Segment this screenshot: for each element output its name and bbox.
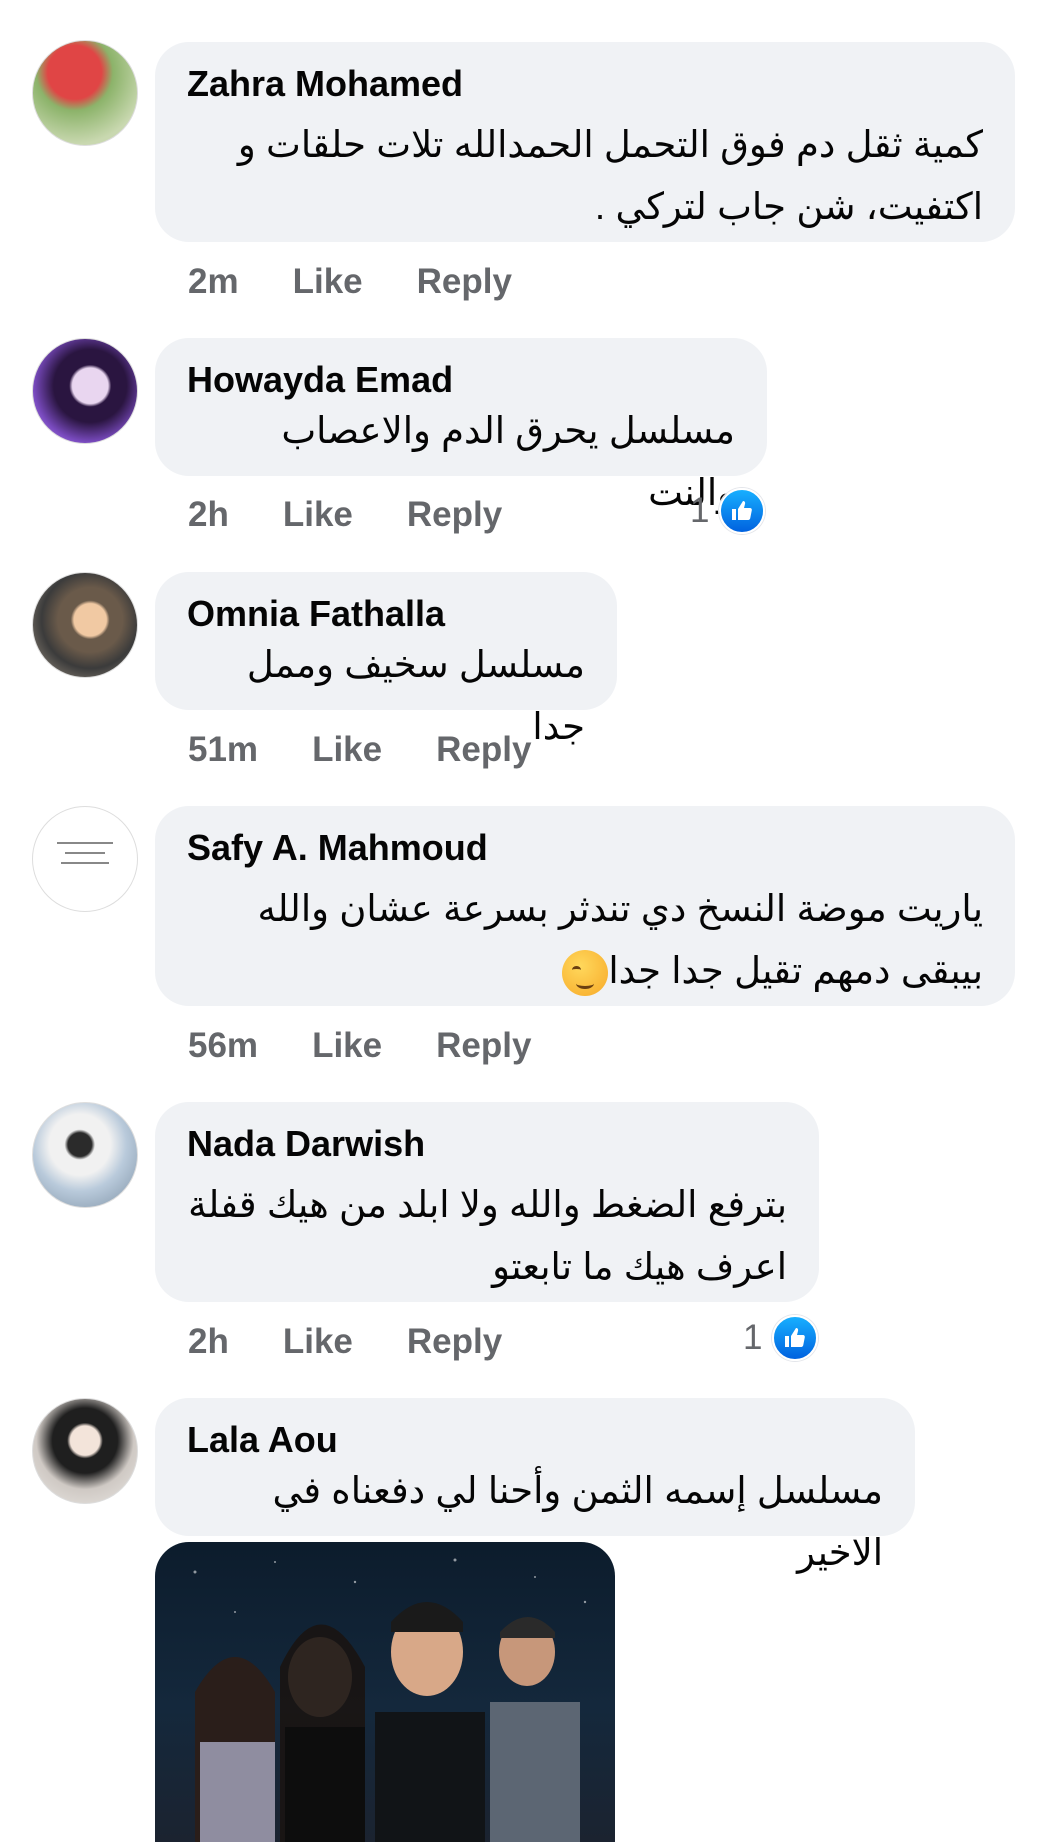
tv-series-poster-image[interactable]	[155, 1542, 615, 1842]
like-button[interactable]: Like	[312, 1026, 382, 1066]
commenter-name[interactable]: Omnia Fathalla	[187, 594, 585, 634]
comment-line: بيبقى دمهم تقيل جدا جدا	[608, 950, 983, 991]
comment-text: بترفع الضغط والله ولا ابلد من هيك قفلة ا…	[187, 1174, 787, 1298]
reaction-summary[interactable]: 1	[743, 1315, 819, 1361]
comment-bubble: Lala Aou مسلسل إسمه الثمن وأحنا لي دفعنا…	[155, 1398, 915, 1573]
reply-button[interactable]: Reply	[436, 1026, 531, 1066]
reply-button[interactable]: Reply	[407, 1322, 502, 1362]
avatar[interactable]	[32, 1398, 138, 1504]
comment-line: اعرف هيك ما تابعتو	[492, 1246, 787, 1287]
comment-bubble: Zahra Mohamed كمية ثقل دم فوق التحمل الح…	[155, 42, 1015, 242]
commenter-name[interactable]: Howayda Emad	[187, 360, 735, 400]
avatar[interactable]	[32, 806, 138, 912]
comment-bubble: Safy A. Mahmoud ياريت موضة النسخ دي تندث…	[155, 806, 1015, 1006]
comment-text: ياريت موضة النسخ دي تندثر بسرعة عشان وال…	[187, 878, 983, 1002]
reply-button[interactable]: Reply	[407, 495, 502, 535]
like-button[interactable]: Like	[283, 495, 353, 535]
avatar[interactable]	[32, 338, 138, 444]
smirk-emoji-icon	[562, 950, 609, 997]
timestamp[interactable]: 51m	[188, 730, 258, 770]
avatar[interactable]	[32, 1102, 138, 1208]
comment-actions: 2h Like Reply	[188, 493, 556, 537]
like-button[interactable]: Like	[293, 262, 363, 302]
like-button[interactable]: Like	[312, 730, 382, 770]
comment-actions: 56m Like Reply	[188, 1024, 585, 1068]
like-reaction-icon	[772, 1315, 819, 1361]
commenter-name[interactable]: Nada Darwish	[187, 1124, 787, 1164]
commenter-name[interactable]: Zahra Mohamed	[187, 64, 983, 104]
comment-bubble: Nada Darwish بترفع الضغط والله ولا ابلد …	[155, 1102, 819, 1302]
avatar[interactable]	[32, 572, 138, 678]
reaction-count: 1	[690, 491, 710, 530]
comment-actions: 2m Like Reply	[188, 260, 566, 304]
comment-line-with-emoji: بيبقى دمهم تقيل جدا جدا	[187, 940, 983, 1002]
comment-line: اكتفيت، شن جاب لتركي .	[594, 186, 983, 227]
reply-button[interactable]: Reply	[417, 262, 512, 302]
comment-line: كمية ثقل دم فوق التحمل الحمدالله تلات حل…	[237, 124, 983, 165]
poster-figures-icon	[193, 1558, 587, 1842]
timestamp[interactable]: 56m	[188, 1026, 258, 1066]
timestamp[interactable]: 2m	[188, 262, 239, 302]
commenter-name[interactable]: Safy A. Mahmoud	[187, 828, 983, 868]
text-image-icon	[57, 842, 113, 864]
reply-button[interactable]: Reply	[436, 730, 531, 770]
like-button[interactable]: Like	[283, 1322, 353, 1362]
reaction-summary[interactable]: 1	[690, 488, 766, 534]
comment-bubble: Omnia Fathalla مسلسل سخيف وممل جدا	[155, 572, 617, 747]
timestamp[interactable]: 2h	[188, 495, 229, 535]
timestamp[interactable]: 2h	[188, 1322, 229, 1362]
commenter-name[interactable]: Lala Aou	[187, 1420, 883, 1460]
comment-actions: 2h Like Reply	[188, 1320, 556, 1364]
comment-line: بترفع الضغط والله ولا ابلد من هيك قفلة	[188, 1184, 787, 1225]
like-reaction-icon	[719, 488, 766, 534]
comment-actions: 51m Like Reply	[188, 728, 585, 772]
comment-bubble: Howayda Emad مسلسل يحرق الدم والاعصاب وا…	[155, 338, 767, 513]
reaction-count: 1	[743, 1318, 763, 1357]
avatar[interactable]	[32, 40, 138, 146]
comment-line: ياريت موضة النسخ دي تندثر بسرعة عشان وال…	[257, 888, 983, 929]
comment-text: كمية ثقل دم فوق التحمل الحمدالله تلات حل…	[187, 114, 983, 238]
